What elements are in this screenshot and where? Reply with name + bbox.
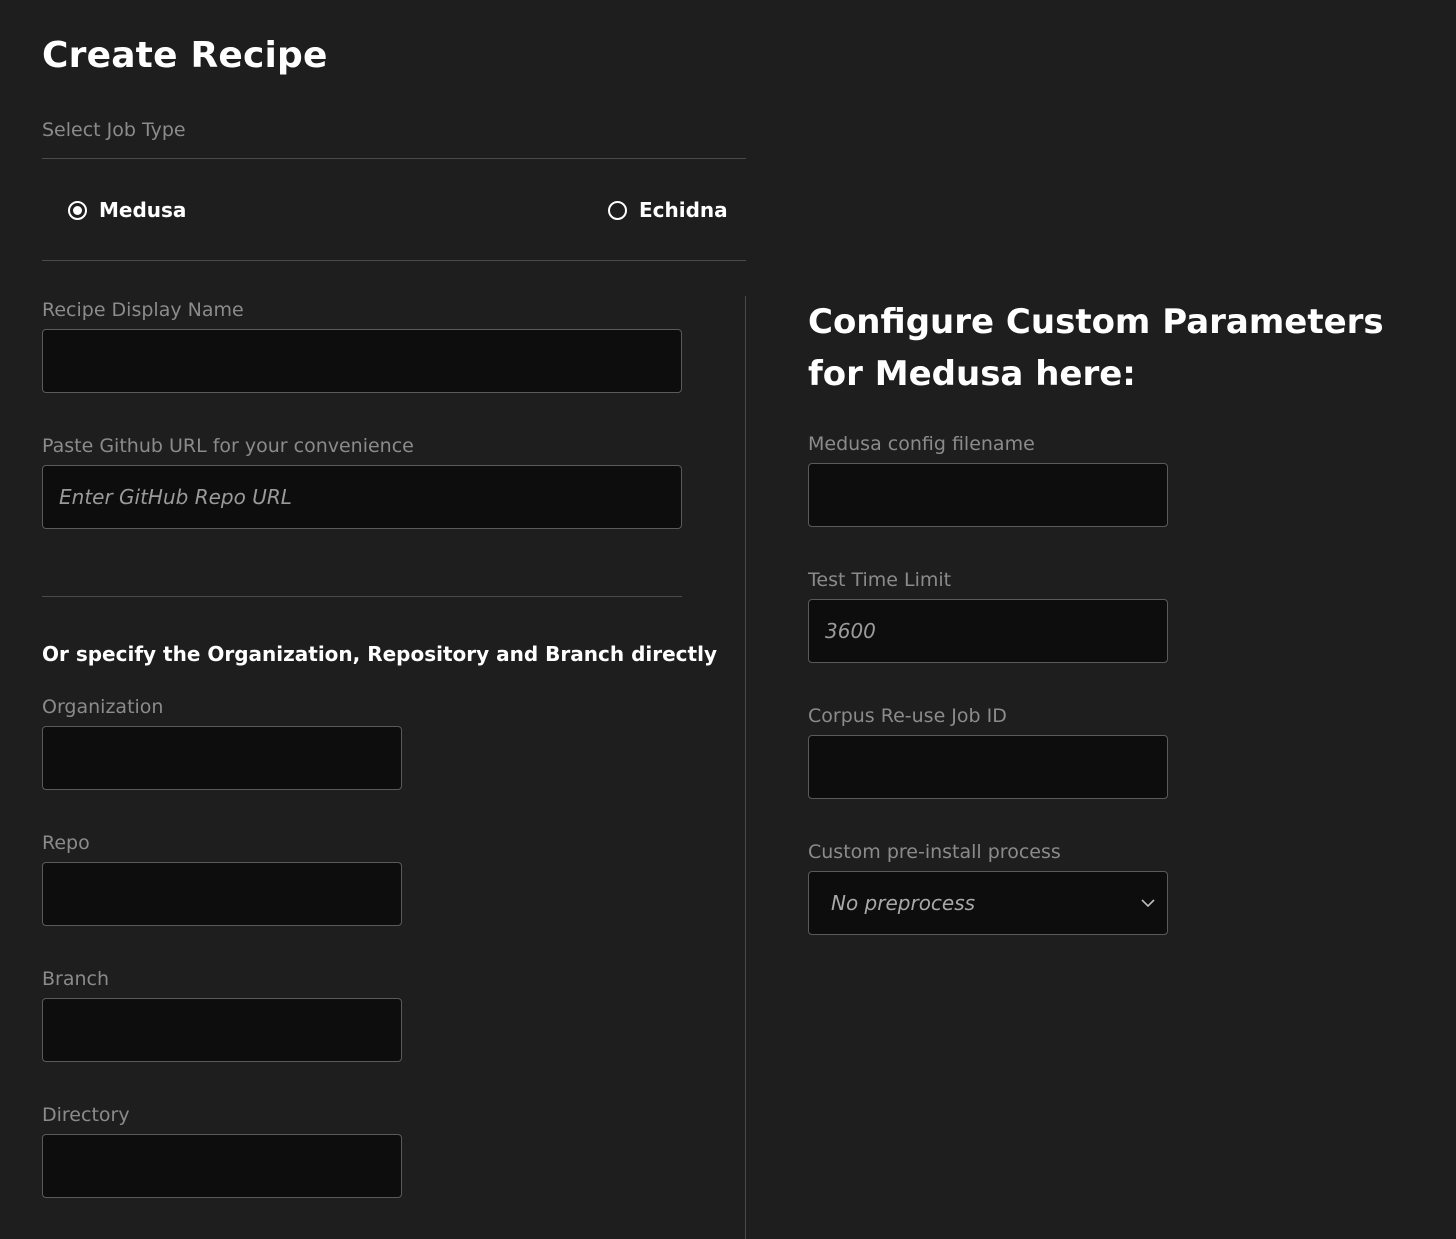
direct-spec-heading: Or specify the Organization, Repository … <box>42 642 717 666</box>
test-time-limit-label: Test Time Limit <box>808 569 952 591</box>
branch-input[interactable] <box>42 998 402 1062</box>
corpus-job-id-label: Corpus Re-use Job ID <box>808 705 1007 727</box>
display-name-label: Recipe Display Name <box>42 299 244 321</box>
preinstall-label: Custom pre-install process <box>808 841 1061 863</box>
radio-medusa[interactable]: Medusa <box>68 196 186 224</box>
radio-unchecked-icon <box>608 200 627 220</box>
radio-medusa-label: Medusa <box>99 198 187 222</box>
column-divider <box>745 296 746 1239</box>
config-filename-input[interactable] <box>808 463 1168 527</box>
section-divider <box>42 596 682 597</box>
radio-echidna[interactable]: Echidna <box>608 196 728 224</box>
branch-label: Branch <box>42 968 110 990</box>
page-title: Create Recipe <box>42 35 328 76</box>
github-url-input[interactable] <box>42 465 682 529</box>
job-type-top-divider <box>42 158 746 159</box>
organization-label: Organization <box>42 696 164 718</box>
preinstall-select[interactable]: No preprocess <box>808 871 1168 935</box>
repo-label: Repo <box>42 832 90 854</box>
preinstall-selected-value: No preprocess <box>831 891 976 915</box>
test-time-limit-input[interactable] <box>808 599 1168 663</box>
github-url-label: Paste Github URL for your convenience <box>42 435 414 457</box>
display-name-input[interactable] <box>42 329 682 393</box>
create-recipe-page: Create Recipe Select Job Type Medusa Ech… <box>0 0 1456 1239</box>
organization-input[interactable] <box>42 726 402 790</box>
chevron-down-icon <box>1141 899 1155 908</box>
repo-input[interactable] <box>42 862 402 926</box>
directory-label: Directory <box>42 1104 130 1126</box>
radio-echidna-label: Echidna <box>639 198 728 222</box>
config-filename-label: Medusa config filename <box>808 433 1035 455</box>
directory-input[interactable] <box>42 1134 402 1198</box>
job-type-label: Select Job Type <box>42 119 186 141</box>
radio-checked-icon <box>68 200 87 220</box>
job-type-bottom-divider <box>42 260 746 261</box>
custom-params-title: Configure Custom Parameters for Medusa h… <box>808 302 1384 394</box>
corpus-job-id-input[interactable] <box>808 735 1168 799</box>
